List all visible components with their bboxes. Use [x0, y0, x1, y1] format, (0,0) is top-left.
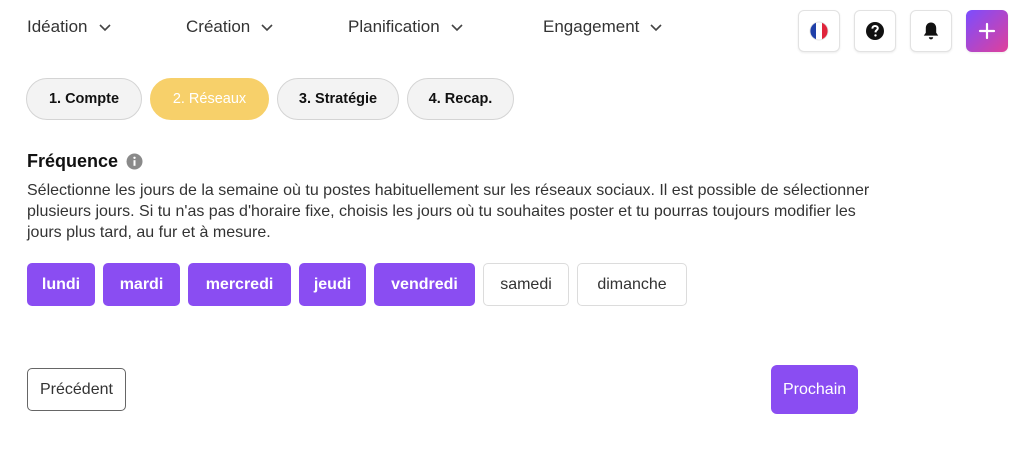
- day-lundi[interactable]: lundi: [27, 263, 95, 306]
- create-button[interactable]: [966, 10, 1008, 52]
- bell-icon: [923, 22, 939, 40]
- step-label: 2. Réseaux: [172, 91, 247, 107]
- day-vendredi[interactable]: vendredi: [374, 263, 475, 306]
- language-button[interactable]: [798, 10, 840, 52]
- step-label: 1. Compte: [48, 91, 120, 107]
- plus-icon: [978, 22, 996, 40]
- day-selector: lundi mardi mercredi jeudi vendredi same…: [27, 263, 687, 306]
- notifications-button[interactable]: [910, 10, 952, 52]
- day-label: mercredi: [205, 275, 274, 293]
- help-icon: [866, 22, 884, 40]
- chevron-down-icon: [98, 24, 111, 32]
- step-label: 4. Recap.: [428, 91, 493, 107]
- nav-item-ideation[interactable]: Idéation: [27, 17, 112, 37]
- step-recap[interactable]: 4. Recap.: [407, 78, 514, 120]
- step-label: 3. Stratégie: [298, 91, 378, 107]
- onboarding-steps: 1. Compte 2. Réseaux 3. Stratégie 4. Rec…: [26, 78, 514, 120]
- step-strategie[interactable]: 3. Stratégie: [277, 78, 399, 120]
- chevron-down-icon: [451, 24, 463, 32]
- step-reseaux[interactable]: 2. Réseaux: [150, 78, 269, 120]
- step-compte[interactable]: 1. Compte: [26, 78, 142, 120]
- top-navigation: Idéation Création Planification Engageme…: [0, 0, 1024, 58]
- day-label: vendredi: [391, 275, 458, 293]
- day-mercredi[interactable]: mercredi: [188, 263, 291, 306]
- previous-button-label: Précédent: [40, 380, 113, 398]
- nav-item-label: Création: [186, 17, 251, 36]
- day-samedi[interactable]: samedi: [483, 263, 569, 306]
- nav-item-engagement[interactable]: Engagement: [543, 17, 663, 37]
- section-title-text: Fréquence: [27, 151, 119, 171]
- day-label: mardi: [119, 275, 164, 293]
- day-jeudi[interactable]: jeudi: [299, 263, 366, 306]
- day-label: lundi: [41, 275, 81, 293]
- day-label: samedi: [500, 275, 552, 293]
- help-button[interactable]: [854, 10, 896, 52]
- day-label: jeudi: [313, 275, 352, 293]
- day-label: dimanche: [597, 275, 667, 293]
- day-dimanche[interactable]: dimanche: [577, 263, 687, 306]
- chevron-down-icon: [261, 24, 273, 32]
- next-button-label: Prochain: [783, 380, 847, 398]
- french-flag-icon: [809, 21, 829, 41]
- nav-item-label: Idéation: [27, 17, 88, 36]
- nav-item-label: Engagement: [543, 17, 640, 36]
- section-description: Sélectionne les jours de la semaine où t…: [27, 182, 870, 241]
- nav-item-label: Planification: [348, 17, 440, 36]
- day-mardi[interactable]: mardi: [103, 263, 180, 306]
- previous-button[interactable]: Précédent: [27, 368, 126, 411]
- info-icon[interactable]: [126, 153, 143, 170]
- header-actions: [798, 10, 1008, 52]
- nav-item-planification[interactable]: Planification: [348, 17, 464, 37]
- next-button[interactable]: Prochain: [771, 365, 859, 414]
- section-title: Fréquence: [27, 151, 143, 172]
- nav-item-creation[interactable]: Création: [186, 17, 274, 37]
- chevron-down-icon: [650, 24, 662, 32]
